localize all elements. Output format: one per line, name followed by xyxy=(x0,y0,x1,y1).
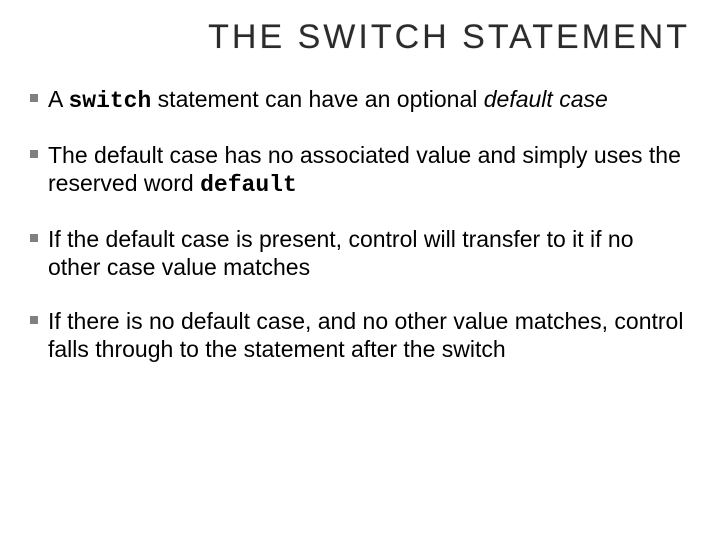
slide-title: THE SWITCH STATEMENT xyxy=(30,18,690,57)
bullet-4: If there is no default case, and no othe… xyxy=(30,307,690,363)
bullet-1-text-a: A xyxy=(48,86,68,112)
bullet-1-italic: default case xyxy=(484,86,608,112)
bullet-2-code: default xyxy=(200,172,297,198)
bullet-4-text: If there is no default case, and no othe… xyxy=(48,308,683,362)
bullet-list: A switch statement can have an optional … xyxy=(30,85,690,363)
bullet-1-code: switch xyxy=(68,88,151,114)
bullet-3-text: If the default case is present, control … xyxy=(48,226,634,280)
bullet-1-text-b: statement can have an optional xyxy=(151,86,483,112)
bullet-3: If the default case is present, control … xyxy=(30,225,690,281)
bullet-1: A switch statement can have an optional … xyxy=(30,85,690,115)
slide: THE SWITCH STATEMENT A switch statement … xyxy=(0,0,720,540)
bullet-2-text: The default case has no associated value… xyxy=(48,142,681,196)
bullet-2: The default case has no associated value… xyxy=(30,141,690,199)
